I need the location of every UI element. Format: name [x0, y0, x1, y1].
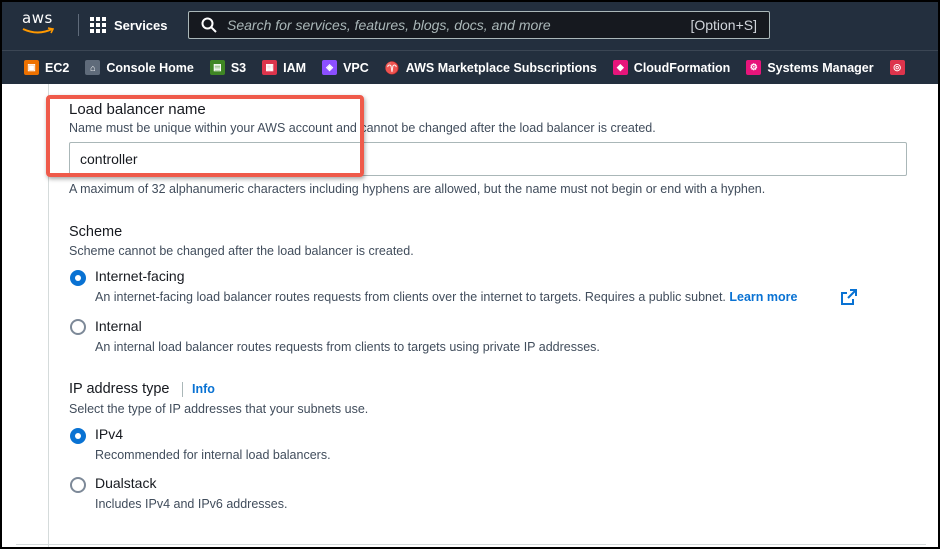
scheme-internet-facing-description: An internet-facing load balancer routes … — [95, 290, 797, 304]
ip-type-ipv4-radio[interactable] — [70, 428, 86, 444]
ip-type-dualstack-description: Includes IPv4 and IPv6 addresses. — [95, 497, 288, 511]
favorite-systems-manager[interactable]: ⚙ Systems Manager — [746, 60, 874, 75]
scheme-internal-description: An internal load balancer routes request… — [95, 340, 600, 354]
aws-logo-text: aws — [22, 9, 53, 27]
favorite-cloudformation[interactable]: ◆ CloudFormation — [612, 60, 731, 75]
nav-divider — [78, 14, 79, 36]
grid-menu-icon — [90, 17, 106, 33]
ip-type-dualstack-radio[interactable] — [70, 477, 86, 493]
cloudformation-icon: ◆ — [612, 60, 628, 75]
ip-type-ipv4-description: Recommended for internal load balancers. — [95, 448, 331, 462]
external-link-icon[interactable] — [841, 289, 857, 305]
favorite-marketplace[interactable]: ♈ AWS Marketplace Subscriptions — [384, 60, 597, 75]
favorite-label: AWS Marketplace Subscriptions — [405, 60, 597, 75]
console-home-icon: ⌂ — [85, 60, 101, 75]
favorite-label: S3 — [230, 60, 247, 75]
scheme-internet-facing-label[interactable]: Internet-facing — [95, 268, 185, 284]
favorite-s3[interactable]: ▤ S3 — [209, 60, 247, 75]
favorites-bar: ▣ EC2 ⌂ Console Home ▤ S3 ▦ IAM ◈ VPC ♈ … — [2, 50, 938, 84]
services-menu-button[interactable]: Services — [90, 12, 168, 38]
search-shortcut: [Option+S] — [690, 17, 757, 33]
search-icon — [201, 17, 217, 33]
systems-manager-icon: ⚙ — [746, 60, 762, 75]
ec2-icon: ▣ — [24, 60, 39, 75]
scheme-description: Scheme cannot be changed after the load … — [69, 244, 414, 258]
scheme-internal-radio[interactable] — [70, 319, 86, 335]
favorite-console-home[interactable]: ⌂ Console Home — [85, 60, 194, 75]
aws-smile-icon — [22, 27, 54, 34]
ip-type-title: IP address type — [69, 381, 170, 397]
ip-type-info-link[interactable]: Info — [192, 382, 215, 396]
favorite-vpc[interactable]: ◈ VPC — [322, 60, 369, 75]
screenshot-frame: aws Services Search for services, featur… — [0, 0, 940, 549]
aws-logo[interactable]: aws — [22, 9, 62, 39]
marketplace-icon: ♈ — [384, 60, 400, 75]
favorite-label: VPC — [343, 60, 369, 75]
iam-icon: ▦ — [262, 60, 278, 75]
scheme-internal-label[interactable]: Internal — [95, 318, 142, 334]
favorite-label: Systems Manager — [767, 60, 874, 75]
internet-facing-description-text: An internet-facing load balancer routes … — [95, 290, 726, 304]
overflow-service-icon: ◎ — [889, 60, 905, 75]
lb-name-input[interactable]: controller — [69, 142, 907, 176]
s3-icon: ▤ — [209, 60, 225, 75]
favorite-overflow[interactable]: ◎ — [889, 60, 911, 75]
favorite-label: IAM — [283, 60, 307, 75]
favorite-label: CloudFormation — [633, 60, 731, 75]
services-label: Services — [114, 17, 168, 33]
ip-type-description: Select the type of IP addresses that you… — [69, 402, 369, 416]
panel-bottom-divider — [16, 544, 926, 545]
ip-type-dualstack-label[interactable]: Dualstack — [95, 475, 156, 491]
lb-name-constraint: A maximum of 32 alphanumeric characters … — [69, 182, 766, 196]
favorite-label: Console Home — [106, 60, 194, 75]
search-input[interactable]: Search for services, features, blogs, do… — [188, 11, 770, 39]
top-navigation: aws Services Search for services, featur… — [2, 2, 938, 50]
learn-more-link[interactable]: Learn more — [729, 290, 797, 304]
search-placeholder: Search for services, features, blogs, do… — [227, 17, 551, 33]
scheme-title: Scheme — [69, 224, 123, 240]
favorite-label: EC2 — [45, 60, 70, 75]
lb-name-description: Name must be unique within your AWS acco… — [69, 121, 656, 135]
scheme-internet-facing-radio[interactable] — [70, 270, 86, 286]
favorite-iam[interactable]: ▦ IAM — [262, 60, 306, 75]
info-divider — [182, 382, 183, 397]
ip-type-ipv4-label[interactable]: IPv4 — [95, 426, 123, 442]
favorite-ec2[interactable]: ▣ EC2 — [24, 60, 69, 75]
vpc-icon: ◈ — [322, 60, 338, 75]
lb-name-value: controller — [80, 151, 138, 167]
lb-name-title: Load balancer name — [69, 101, 206, 118]
